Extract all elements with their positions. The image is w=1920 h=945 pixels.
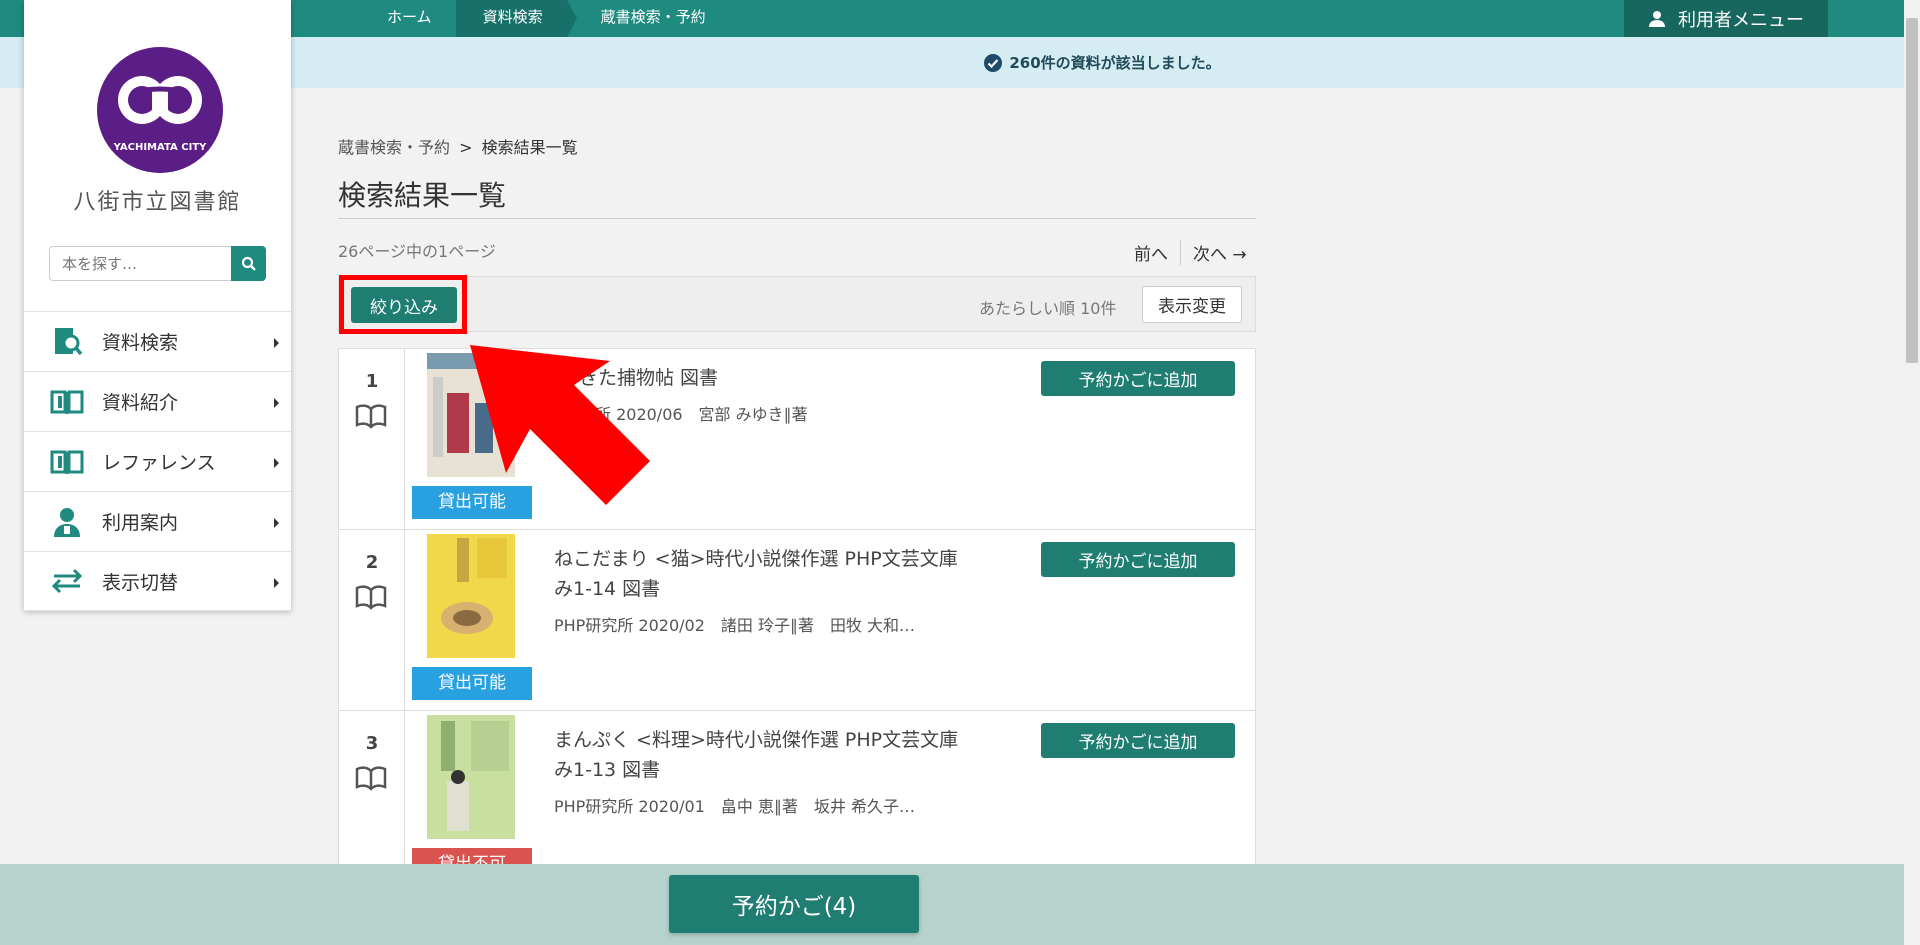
- prev-page-link[interactable]: 前へ: [1134, 240, 1181, 265]
- result-meta: PHP研究所 2020/01 畠中 恵∥著 坂井 希久子…: [554, 797, 916, 816]
- sidebar-item-introduction[interactable]: 資料紹介: [24, 371, 291, 431]
- switch-arrows-icon: [46, 564, 88, 598]
- result-meta: PHP研究所 2020/02 諸田 玲子∥著 田牧 大和…: [554, 616, 916, 635]
- status-badge: 貸出可能: [412, 667, 532, 700]
- book-icon: [355, 585, 387, 610]
- librarian-icon: [46, 505, 88, 539]
- result-number: 2: [365, 552, 379, 573]
- side-search: [49, 246, 266, 281]
- result-number-cell: 2: [339, 530, 405, 712]
- user-icon: [1649, 10, 1665, 27]
- sidebar-item-display-switch[interactable]: 表示切替: [24, 551, 291, 611]
- search-icon: [241, 256, 256, 271]
- sidebar-item-label: 表示切替: [102, 571, 179, 594]
- result-number-cell: 3: [339, 711, 405, 868]
- highlight-box: [339, 275, 467, 334]
- svg-text:YACHIMATA CITY: YACHIMATA CITY: [113, 142, 208, 153]
- red-arrow-annotation: [470, 345, 650, 505]
- top-crumb-home[interactable]: ホーム: [360, 0, 456, 37]
- next-page-link[interactable]: 次へ →: [1181, 240, 1247, 265]
- open-book-icon: [46, 385, 88, 419]
- side-menu: 資料検索 資料紹介 レファレンス 利用案内 表示切替: [24, 311, 291, 611]
- caret-right-icon: [274, 458, 279, 468]
- top-crumb-catalog[interactable]: 蔵書検索・予約: [567, 0, 730, 37]
- result-info-text: 260件の資料が該当しました。: [1009, 54, 1221, 72]
- book-search-icon: [46, 325, 88, 359]
- page-info: 26ページ中の1ページ: [338, 242, 496, 261]
- reservation-cart-button[interactable]: 予約かご(4): [669, 875, 919, 933]
- caret-right-icon: [274, 398, 279, 408]
- title-divider: [338, 218, 1256, 219]
- check-circle-icon: [984, 53, 1003, 72]
- caret-right-icon: [274, 338, 279, 348]
- result-number-cell: 1: [339, 349, 405, 531]
- breadcrumb-current: 検索結果一覧: [481, 138, 578, 157]
- caret-right-icon: [274, 578, 279, 588]
- sidebar: YACHIMATA CITY 八街市立図書館 資料検索 資料紹介 レファレン: [24, 0, 291, 611]
- result-title-link[interactable]: ねこだまり <猫>時代小説傑作選 PHP文芸文庫 み1-14 図書: [554, 544, 974, 604]
- list-item: 2 貸出可能 ねこだまり <猫>時代小説傑作選 PHP文芸文庫 み1-14 図書…: [338, 529, 1256, 712]
- sort-label: あたらしい順 10件: [979, 299, 1117, 318]
- book-cover-image[interactable]: [427, 534, 515, 658]
- sidebar-item-reference[interactable]: レファレンス: [24, 431, 291, 491]
- bottom-bar: 予約かご(4): [0, 864, 1904, 945]
- open-book-icon: [46, 445, 88, 479]
- result-number: 3: [365, 733, 379, 754]
- user-menu-button[interactable]: 利用者メニュー: [1624, 0, 1828, 37]
- library-name: 八街市立図書館: [73, 190, 242, 215]
- breadcrumb-parent-link[interactable]: 蔵書検索・予約: [338, 138, 450, 157]
- breadcrumb: 蔵書検索・予約 > 検索結果一覧: [338, 134, 578, 158]
- book-search-input[interactable]: [49, 246, 231, 281]
- sidebar-item-label: 資料検索: [102, 332, 179, 354]
- book-cover-image[interactable]: [427, 715, 515, 839]
- add-to-cart-button[interactable]: 予約かごに追加: [1041, 542, 1235, 577]
- add-to-cart-button[interactable]: 予約かごに追加: [1041, 723, 1235, 758]
- top-crumb-search[interactable]: 資料検索: [455, 0, 577, 37]
- caret-right-icon: [274, 518, 279, 528]
- result-number: 1: [365, 371, 379, 392]
- list-item: 3 貸出不可 まんぷく <料理>時代小説傑作選 PHP文芸文庫 み1-13 図書…: [338, 710, 1256, 868]
- sidebar-item-guide[interactable]: 利用案内: [24, 491, 291, 551]
- city-logo[interactable]: YACHIMATA CITY: [96, 46, 224, 174]
- book-icon: [355, 404, 387, 429]
- sidebar-item-label: 利用案内: [102, 512, 179, 534]
- user-menu-label: 利用者メニュー: [1678, 9, 1804, 31]
- sidebar-item-material-search[interactable]: 資料検索: [24, 311, 291, 371]
- scrollbar-thumb[interactable]: [1906, 18, 1918, 363]
- page-title: 検索結果一覧: [338, 179, 507, 212]
- result-title-link[interactable]: まんぷく <料理>時代小説傑作選 PHP文芸文庫 み1-13 図書: [554, 725, 974, 785]
- search-button[interactable]: [231, 246, 266, 281]
- display-change-button[interactable]: 表示変更: [1142, 286, 1242, 323]
- results-toolbar: 絞り込み あたらしい順 10件 表示変更: [338, 276, 1256, 332]
- top-breadcrumb: ホーム 資料検索 蔵書検索・予約: [360, 0, 730, 37]
- add-to-cart-button[interactable]: 予約かごに追加: [1041, 361, 1235, 396]
- sidebar-item-label: 資料紹介: [102, 392, 179, 414]
- breadcrumb-separator: >: [459, 138, 473, 157]
- pager: 前へ 次へ →: [1134, 240, 1247, 265]
- book-icon: [355, 766, 387, 791]
- sidebar-item-label: レファレンス: [102, 452, 216, 474]
